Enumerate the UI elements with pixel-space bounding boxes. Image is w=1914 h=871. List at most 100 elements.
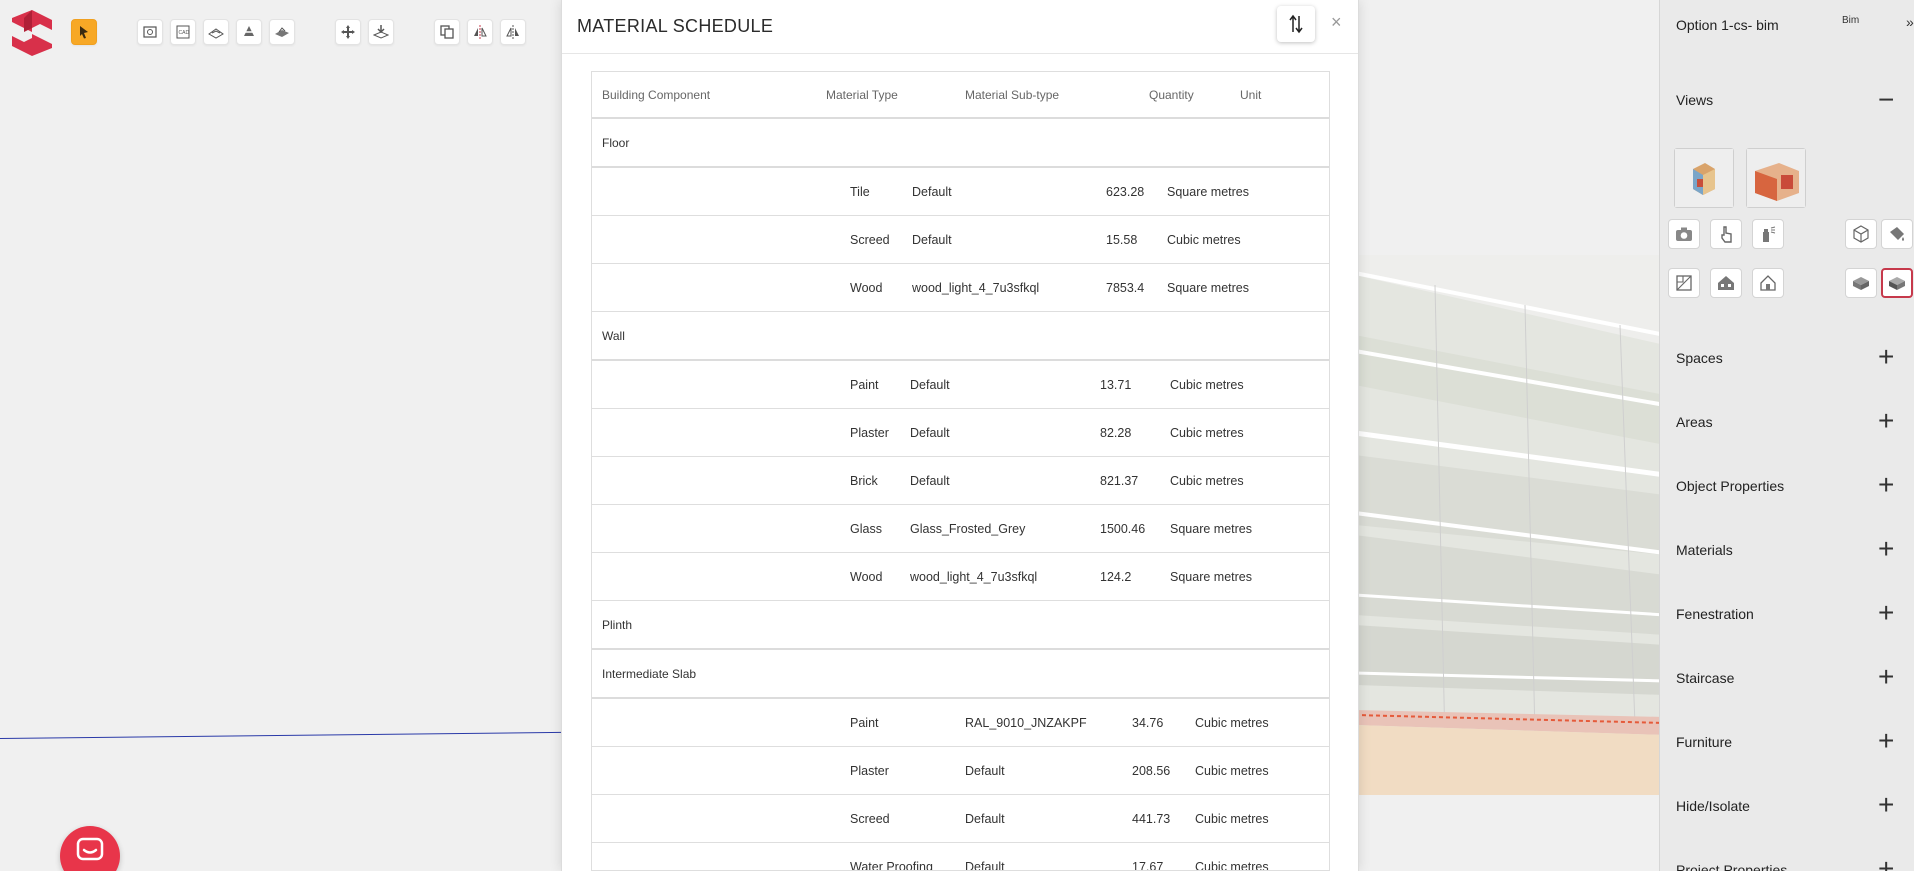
- material-subtype: Default: [965, 860, 1005, 871]
- table-header: Building Component Material Type Materia…: [592, 72, 1329, 119]
- section-fenestration[interactable]: Fenestration: [1676, 606, 1754, 622]
- spray-view-button[interactable]: [1752, 219, 1784, 249]
- axis-line: [0, 731, 562, 739]
- plan-view-button[interactable]: [1668, 268, 1700, 298]
- expand-furniture-button[interactable]: +: [1878, 727, 1894, 755]
- textured-view-button[interactable]: [1881, 268, 1913, 298]
- expand-object-properties-button[interactable]: +: [1878, 471, 1894, 499]
- quantity: 17.67: [1132, 860, 1164, 871]
- section-views[interactable]: Views: [1676, 92, 1713, 108]
- select-tool-button[interactable]: [71, 19, 97, 45]
- unit: Square metres: [1170, 522, 1252, 536]
- expand-materials-button[interactable]: +: [1878, 535, 1894, 563]
- building-thumbnail-icon: [1675, 149, 1733, 207]
- column-header[interactable]: Unit: [1240, 88, 1261, 102]
- terrain-tool-button[interactable]: [203, 19, 229, 45]
- table-row: Tile Default 623.28 Square metres: [592, 168, 1329, 216]
- column-header[interactable]: Material Type: [826, 88, 898, 102]
- expand-fenestration-button[interactable]: +: [1878, 599, 1894, 627]
- section-staircase[interactable]: Staircase: [1676, 670, 1734, 686]
- sort-button[interactable]: [1277, 6, 1315, 42]
- material-schedule-modal: MATERIAL SCHEDULE × Building Component M…: [561, 0, 1359, 871]
- elevation-view-button[interactable]: [1710, 268, 1742, 298]
- material-type: Wood: [850, 281, 883, 295]
- table-row: Brick Default 821.37 Cubic metres: [592, 457, 1329, 505]
- drop-tool-button[interactable]: [368, 19, 394, 45]
- material-subtype: Default: [912, 185, 952, 199]
- unit: Cubic metres: [1170, 426, 1244, 440]
- iso-view-button[interactable]: [1845, 219, 1877, 249]
- copy-tool-button[interactable]: [434, 19, 460, 45]
- section-materials[interactable]: Materials: [1676, 542, 1733, 558]
- column-header[interactable]: Building Component: [602, 88, 710, 102]
- quantity: 34.76: [1132, 716, 1164, 730]
- group-row: Wall: [592, 312, 1329, 361]
- section-furniture[interactable]: Furniture: [1676, 734, 1732, 750]
- move-tool-button[interactable]: [335, 19, 361, 45]
- unit: Cubic metres: [1195, 764, 1269, 778]
- material-subtype: Default: [965, 812, 1005, 826]
- image-icon: [143, 26, 157, 38]
- group-row: Plinth: [592, 601, 1329, 650]
- unit: Cubic metres: [1195, 812, 1269, 826]
- section-hide-isolate[interactable]: Hide/Isolate: [1676, 798, 1750, 814]
- house-icon: [1718, 276, 1734, 290]
- section-areas[interactable]: Areas: [1676, 414, 1713, 430]
- create-tool-button[interactable]: [236, 19, 262, 45]
- expand-areas-button[interactable]: +: [1878, 407, 1894, 435]
- building-thumbnail-icon: [1747, 149, 1805, 207]
- sketch-tool-button[interactable]: [269, 19, 295, 45]
- material-subtype: wood_light_4_7u3sfkql: [910, 570, 1038, 584]
- terrain-icon: [208, 28, 224, 39]
- collapse-views-button[interactable]: −: [1878, 86, 1894, 114]
- section-spaces[interactable]: Spaces: [1676, 350, 1723, 366]
- unit: Cubic metres: [1170, 474, 1244, 488]
- unit: Square metres: [1167, 281, 1249, 295]
- paint-view-button[interactable]: [1881, 219, 1913, 249]
- plane-icon: [275, 27, 289, 37]
- material-type: Paint: [850, 378, 879, 392]
- mirror-tool-button[interactable]: [467, 19, 493, 45]
- unit: Cubic metres: [1195, 860, 1269, 871]
- collapse-panel-button[interactable]: »: [1906, 14, 1914, 30]
- material-subtype: Default: [912, 233, 952, 247]
- material-subtype: Default: [910, 474, 950, 488]
- expand-hide-isolate-button[interactable]: +: [1878, 791, 1894, 819]
- table-row: Plaster Default 208.56 Cubic metres: [592, 747, 1329, 795]
- column-header[interactable]: Material Sub-type: [965, 88, 1059, 102]
- material-type: Plaster: [850, 764, 889, 778]
- expand-project-properties-button[interactable]: +: [1878, 855, 1894, 871]
- expand-staircase-button[interactable]: +: [1878, 663, 1894, 691]
- table-row: Wood wood_light_4_7u3sfkql 124.2 Square …: [592, 553, 1329, 601]
- material-subtype: wood_light_4_7u3sfkql: [912, 281, 1040, 295]
- material-type: Brick: [850, 474, 878, 488]
- project-name[interactable]: Option 1-cs- bim: [1676, 17, 1779, 33]
- flip-tool-button[interactable]: [500, 19, 526, 45]
- material-type: Tile: [850, 185, 870, 199]
- section-project-properties[interactable]: Project Properties: [1676, 862, 1787, 871]
- walkthrough-button[interactable]: [1710, 219, 1742, 249]
- component-label: Floor: [602, 136, 630, 150]
- section-view-button[interactable]: [1752, 268, 1784, 298]
- component-label: Wall: [602, 329, 625, 343]
- cad-tool-button[interactable]: CAD: [170, 19, 196, 45]
- table-row: Plaster Default 82.28 Cubic metres: [592, 409, 1329, 457]
- spray-icon: [1763, 226, 1776, 242]
- camera-view-button[interactable]: [1668, 219, 1700, 249]
- expand-spaces-button[interactable]: +: [1878, 343, 1894, 371]
- material-type: Glass: [850, 522, 882, 536]
- quantity: 15.58: [1106, 233, 1138, 247]
- table-row: Wood wood_light_4_7u3sfkql 7853.4 Square…: [592, 264, 1329, 312]
- view-thumbnail-1[interactable]: [1674, 148, 1734, 208]
- material-table: Building Component Material Type Materia…: [591, 71, 1330, 871]
- column-header[interactable]: Quantity: [1149, 88, 1194, 102]
- material-type: Water Proofing: [850, 860, 933, 871]
- import-tool-button[interactable]: [137, 19, 163, 45]
- right-panel: Option 1-cs- bim Bim » Views − Spaces + …: [1659, 0, 1914, 871]
- section-object-properties[interactable]: Object Properties: [1676, 478, 1784, 494]
- solid-view-button[interactable]: [1845, 268, 1877, 298]
- cube-textured-icon: [1889, 277, 1905, 290]
- view-thumbnail-2[interactable]: [1746, 148, 1806, 208]
- close-icon[interactable]: ×: [1331, 12, 1342, 33]
- shapes-icon: [243, 26, 255, 36]
